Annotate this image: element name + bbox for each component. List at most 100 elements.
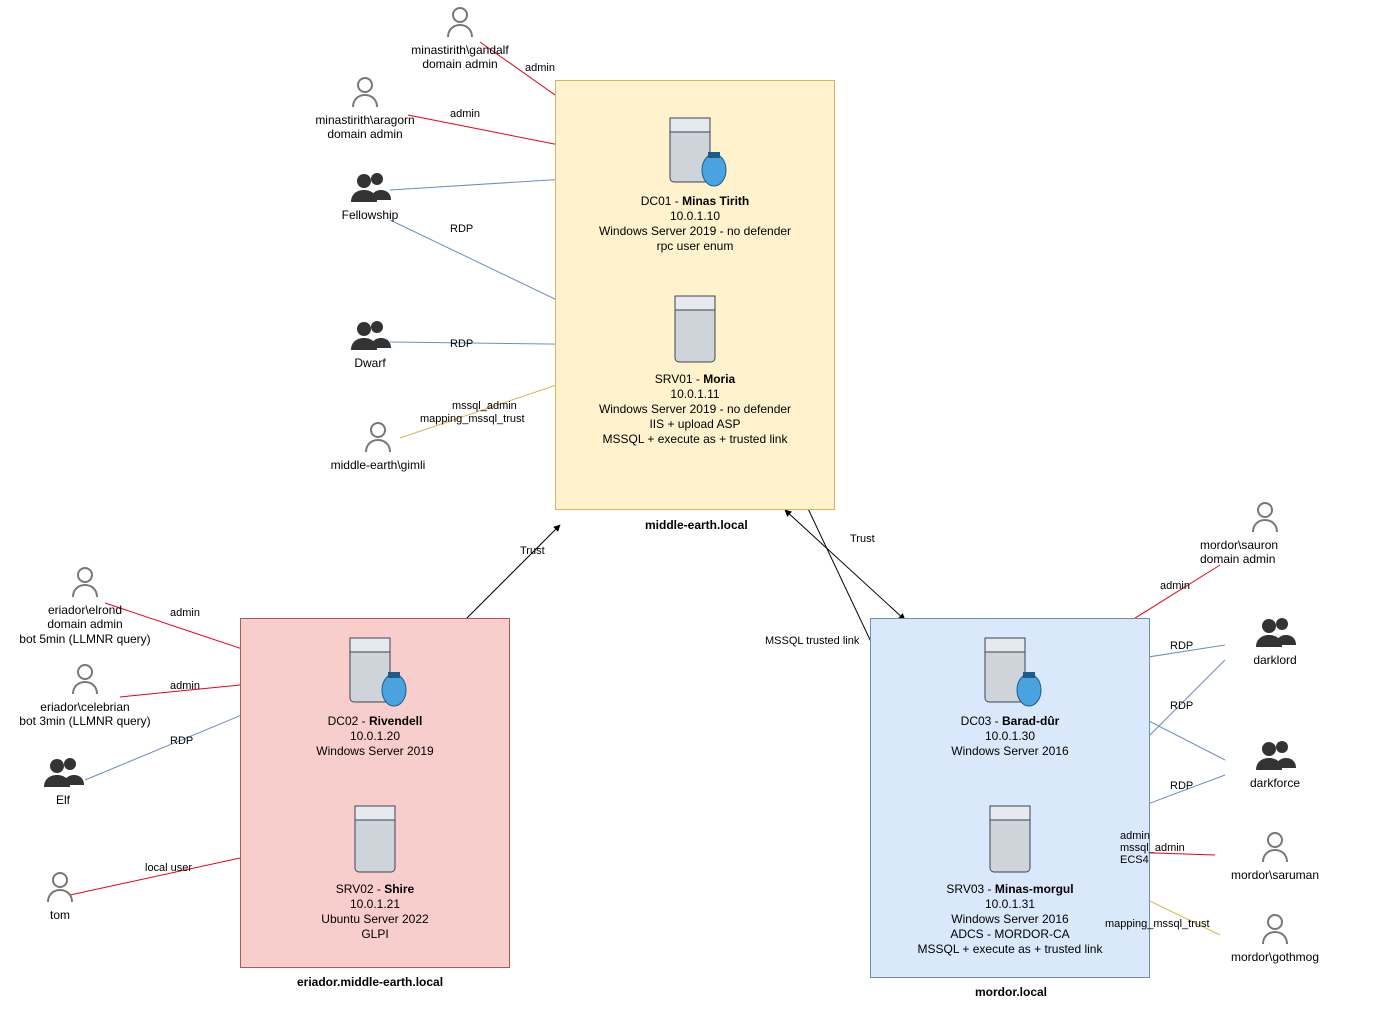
edge-gandalf-admin: admin: [525, 62, 555, 74]
actor-fellowship-line1: Fellowship: [325, 208, 415, 222]
edge-aragorn-admin: admin: [450, 108, 480, 120]
actor-darkforce: darkforce: [1225, 738, 1325, 790]
actor-gimli: middle-earth\gimli: [318, 420, 438, 472]
actor-dwarf: Dwarf: [325, 318, 415, 370]
edge-trust-left: Trust: [520, 545, 545, 557]
srv03-name: Minas-morgul: [995, 882, 1074, 896]
server-icon: [980, 800, 1040, 878]
actor-elf: Elf: [23, 755, 103, 807]
user-icon: [350, 75, 380, 109]
actor-tom: tom: [20, 870, 100, 922]
actor-sauron: mordor\sauron domain admin: [1200, 500, 1330, 567]
srv02-name: Shire: [384, 882, 414, 896]
srv03-extra1: ADCS - MORDOR-CA: [895, 927, 1125, 942]
dc01-label: DC01 -: [641, 194, 682, 208]
user-icon: [445, 5, 475, 39]
user-icon: [1250, 500, 1280, 534]
edge-darklord-rdp-dc: RDP: [1170, 640, 1193, 652]
group-icon: [347, 170, 393, 204]
actor-elrond: eriador\elrond domain admin bot 5min (LL…: [5, 565, 165, 646]
edge-darkforce-rdp: RDP: [1170, 780, 1193, 792]
server-dc01: DC01 - Minas Tirith 10.0.1.10 Windows Se…: [585, 110, 805, 254]
dc01-ip: 10.0.1.10: [585, 209, 805, 224]
dc03-ip: 10.0.1.30: [900, 729, 1120, 744]
actor-darklord: darklord: [1225, 615, 1325, 667]
server-icon: [345, 800, 405, 878]
server-srv01: SRV01 - Moria 10.0.1.11 Windows Server 2…: [585, 290, 805, 447]
user-icon: [70, 662, 100, 696]
edge-gimli-mapping: mapping_mssql_trust: [420, 413, 525, 425]
domain-middle-earth-label: middle-earth.local: [645, 518, 748, 532]
dc02-ip: 10.0.1.20: [265, 729, 485, 744]
dc01-os: Windows Server 2019 - no defender: [585, 224, 805, 239]
actor-elrond-line2: domain admin: [5, 617, 165, 631]
actor-gandalf-line1: minastirith\gandalf: [400, 43, 520, 57]
dc01-name: Minas Tirith: [682, 194, 749, 208]
edge-fellowship-rdp: RDP: [450, 223, 473, 235]
edge-gothmog-mapping: mapping_mssql_trust: [1105, 918, 1210, 930]
srv01-name: Moria: [703, 372, 735, 386]
edge-trust-right: Trust: [850, 533, 875, 545]
srv03-os: Windows Server 2016: [895, 912, 1125, 927]
srv02-os: Ubuntu Server 2022: [265, 912, 485, 927]
edge-darklord-rdp-srv: RDP: [1170, 700, 1193, 712]
edge-dwarf-rdp: RDP: [450, 338, 473, 350]
server-icon: [665, 290, 725, 368]
srv01-os: Windows Server 2019 - no defender: [585, 402, 805, 417]
srv02-label: SRV02 -: [336, 882, 384, 896]
dc03-name: Barad-dûr: [1002, 714, 1059, 728]
domain-eriador-label: eriador.middle-earth.local: [297, 975, 443, 989]
actor-darkforce-line1: darkforce: [1225, 776, 1325, 790]
group-icon: [1252, 615, 1298, 649]
edge-elf-rdp: RDP: [170, 735, 193, 747]
actor-tom-line1: tom: [20, 908, 100, 922]
srv01-label: SRV01 -: [655, 372, 703, 386]
dc01-extra1: rpc user enum: [585, 239, 805, 254]
group-icon: [1252, 738, 1298, 772]
actor-elrond-line1: eriador\elrond: [5, 603, 165, 617]
srv03-ip: 10.0.1.31: [895, 897, 1125, 912]
srv03-extra2: MSSQL + execute as + trusted link: [895, 942, 1125, 957]
actor-aragorn-line2: domain admin: [300, 127, 430, 141]
actor-gandalf-line2: domain admin: [400, 57, 520, 71]
actor-celebrian-line2: bot 3min (LLMNR query): [5, 714, 165, 728]
srv01-ip: 10.0.1.11: [585, 387, 805, 402]
group-icon: [347, 318, 393, 352]
edge-saruman-lines: admin mssql_admin ECS4: [1120, 830, 1185, 866]
dc-server-icon: [658, 110, 732, 190]
dc-server-icon: [973, 630, 1047, 710]
actor-gimli-line1: middle-earth\gimli: [318, 458, 438, 472]
edge-mssql-trusted-link: MSSQL trusted link: [765, 635, 859, 647]
dc02-os: Windows Server 2019: [265, 744, 485, 759]
group-icon: [40, 755, 86, 789]
actor-aragorn-line1: minastirith\aragorn: [300, 113, 430, 127]
edge-celebrian-admin: admin: [170, 680, 200, 692]
actor-celebrian: eriador\celebrian bot 3min (LLMNR query): [5, 662, 165, 729]
actor-elrond-line3: bot 5min (LLMNR query): [5, 632, 165, 646]
actor-sauron-line1: mordor\sauron: [1200, 538, 1330, 552]
actor-aragorn: minastirith\aragorn domain admin: [300, 75, 430, 142]
edge-elrond-admin: admin: [170, 607, 200, 619]
actor-saruman-line1: mordor\saruman: [1215, 868, 1335, 882]
dc03-os: Windows Server 2016: [900, 744, 1120, 759]
server-srv02: SRV02 - Shire 10.0.1.21 Ubuntu Server 20…: [265, 800, 485, 942]
srv01-extra1: IIS + upload ASP: [585, 417, 805, 432]
dc02-label: DC02 -: [328, 714, 369, 728]
server-dc03: DC03 - Barad-dûr 10.0.1.30 Windows Serve…: [900, 630, 1120, 759]
actor-gandalf: minastirith\gandalf domain admin: [400, 5, 520, 72]
server-srv03: SRV03 - Minas-morgul 10.0.1.31 Windows S…: [895, 800, 1125, 957]
dc03-label: DC03 -: [961, 714, 1002, 728]
actor-celebrian-line1: eriador\celebrian: [5, 700, 165, 714]
actor-sauron-line2: domain admin: [1200, 552, 1330, 566]
srv02-extra1: GLPI: [265, 927, 485, 942]
actor-saruman: mordor\saruman: [1215, 830, 1335, 882]
srv02-ip: 10.0.1.21: [265, 897, 485, 912]
actor-dwarf-line1: Dwarf: [325, 356, 415, 370]
user-icon: [363, 420, 393, 454]
edge-tom-local: local user: [145, 862, 192, 874]
dc-server-icon: [338, 630, 412, 710]
server-dc02: DC02 - Rivendell 10.0.1.20 Windows Serve…: [265, 630, 485, 759]
user-icon: [1260, 830, 1290, 864]
actor-fellowship: Fellowship: [325, 170, 415, 222]
diagram-canvas: middle-earth.local eriador.middle-earth.…: [0, 0, 1381, 1011]
